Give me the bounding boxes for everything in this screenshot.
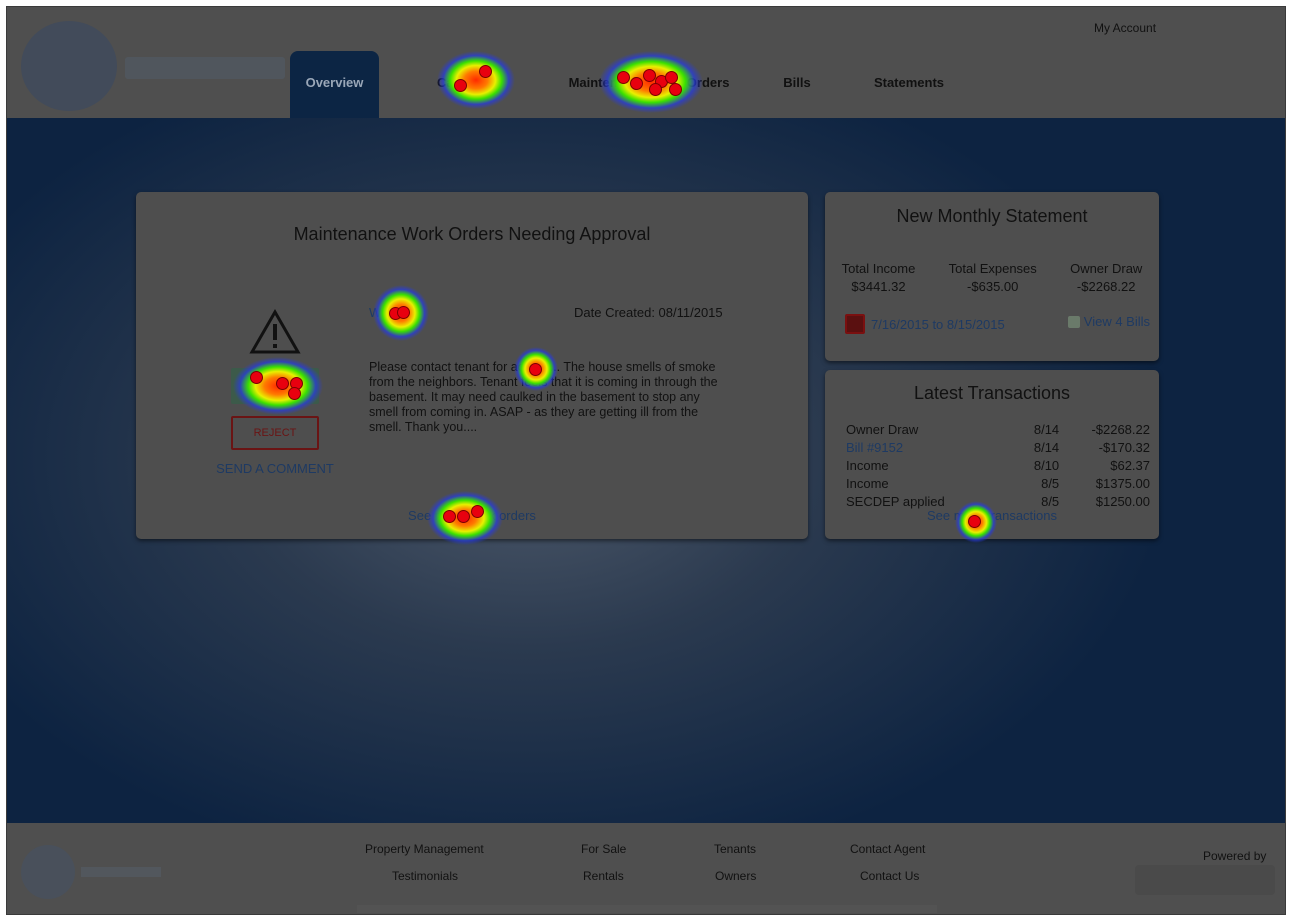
heatmap-dot	[397, 306, 410, 319]
reject-button[interactable]: REJECT	[231, 416, 319, 450]
view-bills-label: View 4 Bills	[1083, 314, 1150, 329]
transaction-description: Income	[846, 475, 889, 491]
heatmap-dot	[669, 83, 682, 96]
transaction-row: Income 8/5 $1375.00	[846, 474, 1150, 492]
total-expenses-value: -$635.00	[967, 279, 1019, 294]
footer: Property Management Testimonials For Sal…	[7, 823, 1285, 914]
work-order-date: Date Created: 08/11/2015	[574, 305, 723, 320]
heatmap-dot	[649, 83, 662, 96]
footer-link-property-management[interactable]: Property Management	[365, 842, 484, 856]
transaction-date: 8/14	[1033, 421, 1060, 437]
footer-link-testimonials[interactable]: Testimonials	[392, 869, 458, 883]
heatmap-dot	[471, 505, 484, 518]
transaction-amount: $1375.00	[1095, 475, 1150, 491]
heatmap-dot	[457, 510, 470, 523]
heatmap-dot	[479, 65, 492, 78]
owner-draw-value: -$2268.22	[1076, 279, 1136, 294]
transaction-amount: -$2268.22	[1091, 421, 1150, 437]
heatmap-dot	[250, 371, 263, 384]
transaction-description: Income	[846, 457, 889, 473]
footer-link-for-sale[interactable]: For Sale	[581, 842, 626, 856]
monthly-statement-card: New Monthly Statement Total Income $3441…	[825, 192, 1159, 361]
approve-button[interactable]	[231, 368, 319, 404]
heatmap-dot	[454, 79, 467, 92]
statement-total-income: Total Income $3441.32	[842, 260, 916, 296]
transactions-table: Owner Draw 8/14 -$2268.22 Bill #9152 8/14 -$1…	[846, 420, 1150, 510]
transaction-amount: $62.37	[1110, 457, 1150, 473]
warning-triangle-icon	[249, 308, 301, 354]
tab-bills[interactable]: Bills	[752, 51, 842, 118]
statement-owner-draw: Owner Draw -$2268.22	[1070, 260, 1142, 296]
main-nav: Overview Cash Flow Maintenance Work Orde…	[290, 51, 964, 118]
transaction-description: Owner Draw	[846, 421, 919, 437]
transaction-date: 8/14	[1033, 439, 1060, 455]
header: My Account Overview Cash Flow Maintenanc…	[7, 7, 1285, 122]
footer-link-owners[interactable]: Owners	[715, 869, 756, 883]
transaction-date: 8/10	[1033, 457, 1060, 473]
send-comment-link[interactable]: SEND A COMMENT	[212, 461, 338, 476]
main-content: Maintenance Work Orders Needing Approval…	[7, 118, 1285, 823]
statement-date-range: 7/16/2015 to 8/15/2015	[871, 316, 1005, 332]
work-order-description: Please contact tenant for access... The …	[369, 360, 718, 434]
pdf-icon	[845, 314, 865, 334]
tab-overview[interactable]: Overview	[290, 51, 379, 118]
footer-link-contact-agent[interactable]: Contact Agent	[850, 842, 925, 856]
total-income-label: Total Income	[841, 261, 916, 276]
footer-link-contact-us[interactable]: Contact Us	[860, 869, 919, 883]
statement-pdf-link[interactable]: 7/16/2015 to 8/15/2015	[845, 314, 1005, 334]
heatmap-dot	[968, 515, 981, 528]
owner-draw-label: Owner Draw	[1070, 261, 1143, 276]
transaction-amount: -$170.32	[1098, 439, 1150, 455]
tab-statements[interactable]: Statements	[854, 51, 964, 118]
latest-transactions-card: Latest Transactions Owner Draw 8/14 -$2268…	[825, 370, 1159, 539]
statement-summary: Total Income $3441.32 Total Expenses -$6…	[825, 260, 1159, 296]
heatmap-dot	[617, 71, 630, 84]
heatmap-dot	[288, 387, 301, 400]
view-bills-link[interactable]: View 4 Bills	[1067, 314, 1150, 329]
my-account-link[interactable]: My Account	[1094, 21, 1156, 35]
statement-total-expenses: Total Expenses -$635.00	[949, 260, 1037, 296]
footer-logo[interactable]	[21, 845, 161, 901]
transaction-row: Income 8/10 $62.37	[846, 456, 1150, 474]
powered-by-logo[interactable]	[1135, 865, 1275, 895]
tab-maintenance-work-orders[interactable]: Maintenance Work Orders	[554, 51, 744, 118]
statement-title: New Monthly Statement	[896, 206, 1088, 226]
transaction-row[interactable]: Bill #9152 8/14 -$170.32	[846, 438, 1150, 456]
footer-logo-wordmark	[81, 867, 161, 877]
page-frame: My Account Overview Cash Flow Maintenanc…	[6, 6, 1286, 915]
heatmap-dot	[529, 363, 542, 376]
logo-mark	[21, 21, 117, 111]
footer-link-rentals[interactable]: Rentals	[583, 869, 624, 883]
powered-by-label: Powered by	[1203, 849, 1267, 863]
logo-wordmark	[125, 57, 285, 79]
footer-logo-mark	[21, 845, 75, 899]
heatmap-dot	[443, 510, 456, 523]
heatmap-dot	[276, 377, 289, 390]
total-income-value: $3441.32	[851, 279, 906, 294]
work-orders-card: Maintenance Work Orders Needing Approval…	[136, 192, 808, 539]
transaction-date: 8/5	[1041, 475, 1060, 491]
transaction-bill-link[interactable]: Bill #9152	[846, 438, 999, 456]
work-orders-title: Maintenance Work Orders Needing Approval	[293, 224, 651, 244]
company-logo[interactable]	[15, 21, 285, 111]
total-expenses-label: Total Expenses	[948, 261, 1037, 276]
see-more-transactions-link[interactable]: See more transactions	[825, 508, 1159, 523]
transaction-row: Owner Draw 8/14 -$2268.22	[846, 420, 1150, 438]
transactions-title: Latest Transactions	[913, 383, 1071, 403]
tab-cash-flow[interactable]: Cash Flow	[403, 51, 536, 118]
heatmap-dot	[630, 77, 643, 90]
bill-icon	[1067, 315, 1080, 328]
footer-link-tenants[interactable]: Tenants	[714, 842, 756, 856]
footer-copyright	[357, 905, 937, 913]
